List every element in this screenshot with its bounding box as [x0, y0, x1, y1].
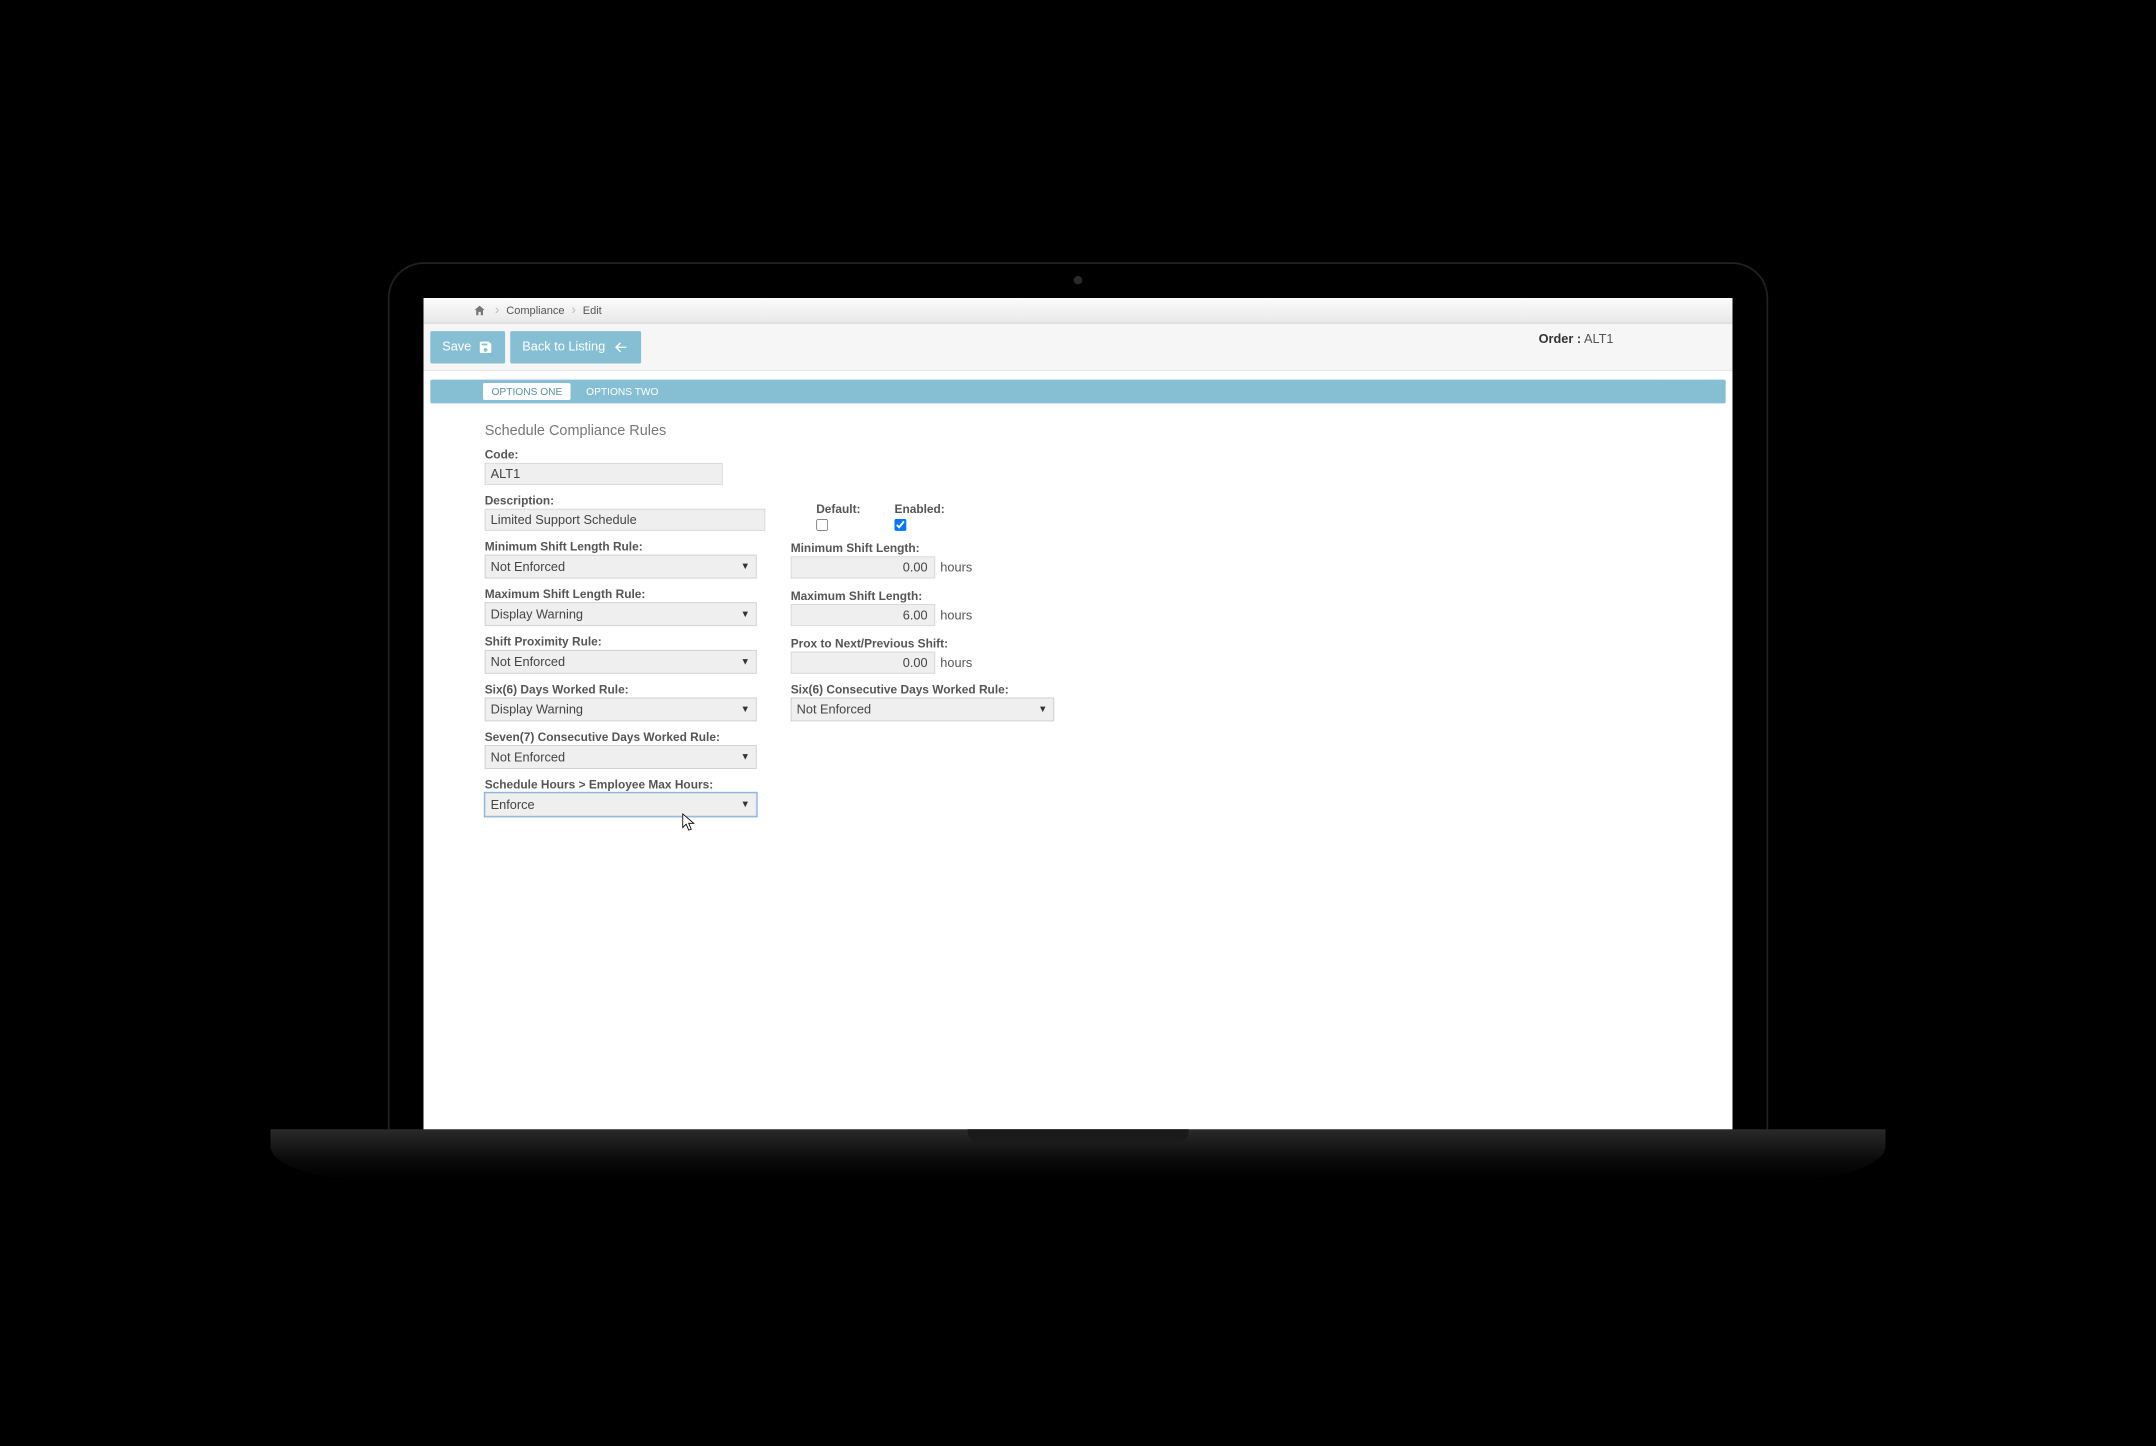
toolbar: Save Back to Listing Order : ALT1	[424, 324, 1733, 372]
shift-proximity-rule-label: Shift Proximity Rule:	[485, 635, 757, 649]
prox-shift-label: Prox to Next/Previous Shift:	[791, 636, 973, 650]
max-shift-length-input[interactable]	[791, 604, 936, 626]
min-shift-length-input[interactable]	[791, 556, 936, 578]
six-consecutive-select[interactable]: Not Enforced	[791, 698, 1054, 722]
back-button-label: Back to Listing	[522, 340, 605, 354]
schedule-max-hours-label: Schedule Hours > Employee Max Hours:	[485, 777, 757, 791]
breadcrumb-compliance[interactable]: Compliance	[506, 304, 564, 317]
min-shift-rule-label: Minimum Shift Length Rule:	[485, 539, 757, 553]
min-shift-rule-select[interactable]: Not Enforced	[485, 555, 757, 579]
order-label: Order : ALT1	[1539, 332, 1614, 346]
save-button[interactable]: Save	[430, 331, 505, 363]
max-shift-rule-label: Maximum Shift Length Rule:	[485, 587, 757, 601]
prox-shift-unit: hours	[940, 655, 972, 669]
code-input[interactable]	[485, 463, 723, 485]
laptop-base	[271, 1129, 1886, 1180]
code-label: Code:	[485, 448, 723, 462]
prox-shift-input[interactable]	[791, 652, 936, 674]
breadcrumb-edit[interactable]: Edit	[583, 304, 602, 317]
enabled-label: Enabled:	[895, 502, 945, 516]
six-days-rule-label: Six(6) Days Worked Rule:	[485, 682, 757, 696]
back-arrow-icon	[612, 338, 629, 355]
breadcrumb-separator: ›	[571, 303, 576, 318]
laptop-notch	[968, 1129, 1189, 1143]
app-screen: › Compliance › Edit Save Back to Listing…	[424, 298, 1733, 1131]
max-shift-rule-select[interactable]: Display Warning	[485, 602, 757, 626]
default-label: Default:	[816, 502, 860, 516]
min-shift-length-unit: hours	[940, 560, 972, 574]
save-icon	[478, 339, 493, 354]
six-days-rule-select[interactable]: Display Warning	[485, 698, 757, 722]
shift-proximity-rule-select[interactable]: Not Enforced	[485, 650, 757, 674]
save-button-label: Save	[442, 340, 471, 354]
section-title: Schedule Compliance Rules	[485, 422, 1672, 439]
min-shift-length-label: Minimum Shift Length:	[791, 541, 973, 555]
laptop-camera	[1074, 276, 1083, 285]
description-input[interactable]	[485, 509, 766, 531]
back-to-listing-button[interactable]: Back to Listing	[510, 331, 641, 363]
description-label: Description:	[485, 494, 766, 508]
laptop-frame: › Compliance › Edit Save Back to Listing…	[390, 264, 1767, 1131]
form-area: Schedule Compliance Rules Code: Descript…	[424, 412, 1733, 859]
tab-options-two[interactable]: OPTIONS TWO	[578, 383, 667, 400]
default-checkbox[interactable]	[816, 519, 828, 531]
tab-options-one[interactable]: OPTIONS ONE	[483, 383, 571, 400]
order-value: ALT1	[1584, 332, 1614, 346]
seven-consecutive-label: Seven(7) Consecutive Days Worked Rule:	[485, 730, 757, 744]
six-consecutive-label: Six(6) Consecutive Days Worked Rule:	[791, 682, 1054, 696]
enabled-checkbox[interactable]	[895, 519, 907, 531]
tab-bar: OPTIONS ONE OPTIONS TWO	[430, 380, 1725, 404]
max-shift-length-unit: hours	[940, 608, 972, 622]
schedule-max-hours-select[interactable]: Enforce	[485, 793, 757, 817]
breadcrumb: › Compliance › Edit	[424, 298, 1733, 324]
max-shift-length-label: Maximum Shift Length:	[791, 589, 973, 603]
home-icon[interactable]	[471, 302, 488, 319]
order-label-text: Order :	[1539, 332, 1582, 346]
seven-consecutive-select[interactable]: Not Enforced	[485, 745, 757, 769]
breadcrumb-separator: ›	[495, 303, 500, 318]
